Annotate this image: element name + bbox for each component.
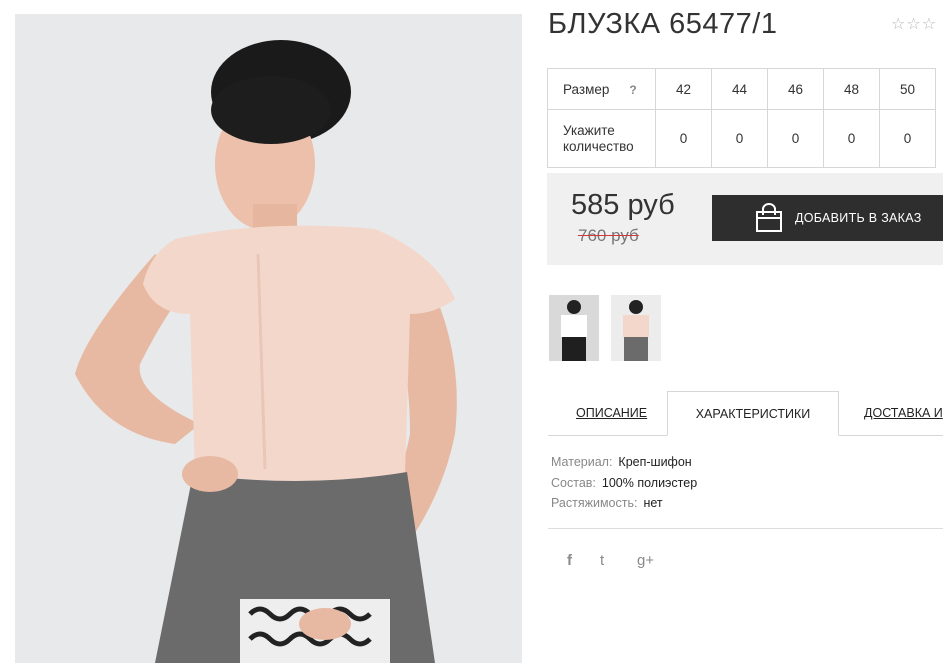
spec-key: Растяжимость: (551, 496, 638, 510)
thumbnail-2[interactable] (611, 295, 661, 361)
spec-key: Состав: (551, 475, 596, 490)
add-to-cart-label: ДОБАВИТЬ В ЗАКАЗ (795, 211, 922, 225)
twitter-icon[interactable]: t (600, 552, 604, 569)
add-to-cart-button[interactable]: ДОБАВИТЬ В ЗАКАЗ (712, 195, 943, 241)
quantity-input[interactable]: 0 (823, 109, 880, 168)
product-title: БЛУЗКА 65477/1 (548, 8, 778, 40)
quantity-input[interactable]: 0 (655, 109, 712, 168)
current-price: 585 руб (571, 189, 675, 221)
size-label: Размер (563, 81, 610, 97)
spec-row: Состав: 100% полиэстер (551, 473, 697, 494)
star-icon[interactable]: ☆☆☆ (891, 16, 937, 33)
shopping-bag-icon (756, 203, 782, 232)
size-cell: 42 (655, 68, 712, 110)
product-main-image[interactable] (15, 14, 522, 663)
facebook-icon[interactable]: f (567, 552, 572, 569)
quantity-input[interactable]: 0 (879, 109, 936, 168)
spec-key: Материал: (551, 455, 613, 469)
quantity-input[interactable]: 0 (767, 109, 824, 168)
size-table: Размер? 42 44 46 48 50 Укажите количеств… (547, 68, 936, 168)
rating-stars[interactable]: ☆☆☆ (891, 14, 937, 34)
quantity-label-cell: Укажите количество (547, 109, 656, 168)
divider (548, 528, 943, 529)
quantity-row: Укажите количество 0 0 0 0 0 (547, 109, 936, 168)
size-label-cell: Размер? (547, 68, 656, 110)
size-cell: 46 (767, 68, 824, 110)
size-help-icon[interactable]: ? (629, 83, 636, 97)
thumbnail-image (549, 295, 599, 361)
thumbnail-image (611, 295, 661, 361)
size-cell: 50 (879, 68, 936, 110)
quantity-label-line2: количество (563, 138, 634, 154)
quantity-label-line1: Укажите (563, 122, 615, 138)
tab-description[interactable]: ОПИСАНИЕ (576, 391, 647, 435)
tab-characteristics[interactable]: ХАРАКТЕРИСТИКИ (667, 391, 839, 436)
old-price: 760 руб (578, 226, 639, 245)
spec-row: Материал: Креп-шифон (551, 452, 697, 473)
spec-value: 100% полиэстер (601, 475, 698, 490)
spec-row: Растяжимость: нет (551, 493, 697, 514)
model-photo-illustration (15, 14, 522, 663)
google-plus-icon[interactable]: g+ (637, 552, 654, 569)
tab-delivery[interactable]: ДОСТАВКА И (864, 391, 943, 435)
spec-value: нет (643, 496, 663, 510)
thumbnail-1[interactable] (549, 295, 599, 361)
price-box: 585 руб 760 руб ДОБАВИТЬ В ЗАКАЗ (547, 173, 943, 265)
size-row: Размер? 42 44 46 48 50 (547, 68, 936, 110)
spec-value: Креп-шифон (618, 455, 692, 469)
size-cell: 48 (823, 68, 880, 110)
quantity-input[interactable]: 0 (711, 109, 768, 168)
size-cell: 44 (711, 68, 768, 110)
specs-list: Материал: Креп-шифон Состав: 100% полиэсте… (551, 452, 697, 514)
